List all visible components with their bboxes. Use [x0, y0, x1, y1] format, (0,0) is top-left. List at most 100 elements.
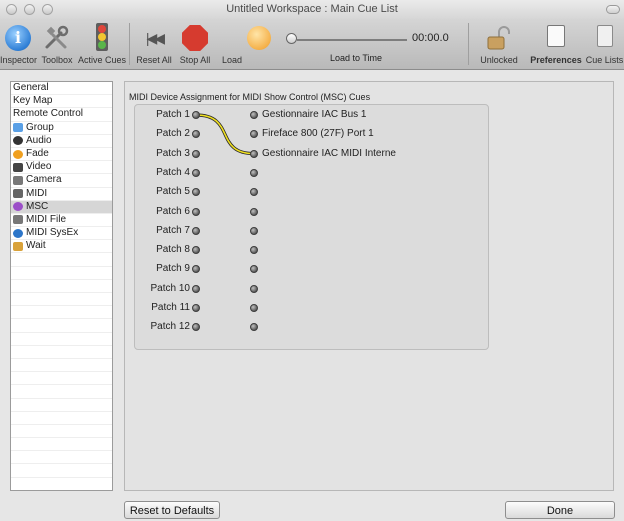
cue-list-icon — [596, 25, 613, 47]
device-input-port[interactable] — [250, 130, 258, 139]
patch-row: Patch 9 — [135, 261, 490, 279]
stop-all-label: Stop All — [179, 55, 211, 65]
load-button[interactable]: Load — [222, 21, 274, 67]
sidebar-item-remote-control[interactable]: Remote Control — [11, 108, 112, 122]
reset-all-button[interactable]: |◀◀ Reset All — [133, 21, 175, 67]
sidebar-item-label: Audio — [26, 134, 52, 146]
device-input-port[interactable] — [250, 284, 258, 293]
patch-output-port[interactable] — [192, 304, 200, 312]
device-input-port[interactable] — [250, 188, 258, 197]
device-input-port[interactable] — [250, 111, 258, 119]
inspector-button[interactable]: i Inspector — [0, 21, 37, 67]
device-input-port[interactable] — [250, 323, 258, 332]
sidebar-item-general[interactable]: General — [11, 82, 112, 96]
cue-lists-button[interactable]: Cue Lists — [585, 21, 624, 67]
video-icon — [13, 162, 23, 172]
sidebar-item-midi-file[interactable]: MIDI File — [11, 213, 112, 228]
device-input-port[interactable] — [250, 149, 258, 158]
sidebar-item-label: General — [13, 82, 49, 93]
sidebar-empty-row — [11, 280, 112, 293]
sidebar-item-label: MIDI — [26, 187, 48, 199]
patch-label: Patch 5 — [156, 186, 190, 198]
sidebar-item-label: Wait — [26, 240, 46, 252]
minimize-window-button[interactable] — [24, 4, 35, 15]
toolbox-label: Toolbox — [41, 55, 73, 65]
patch-row: Patch 3 Gestionnaire IAC MIDI Interne — [135, 146, 490, 164]
sidebar-item-group[interactable]: Group — [11, 122, 112, 135]
patch-row: Patch 7 — [135, 223, 490, 241]
patch-output-port[interactable] — [192, 188, 200, 197]
load-icon — [247, 26, 271, 50]
patch-output-port[interactable] — [192, 149, 200, 158]
device-input-port[interactable] — [250, 207, 258, 216]
device-input-port[interactable] — [250, 226, 258, 235]
sidebar-item-midi[interactable]: MIDI — [11, 188, 112, 201]
sidebar-empty-row — [11, 333, 112, 346]
sidebar-item-wait[interactable]: Wait — [11, 240, 112, 254]
device-input-port[interactable] — [250, 304, 258, 312]
sidebar-empty-row — [11, 293, 112, 307]
sidebar-item-key-map[interactable]: Key Map — [11, 95, 112, 109]
sidebar-item-fade[interactable]: Fade — [11, 147, 112, 162]
patch-output-port[interactable] — [192, 207, 200, 216]
done-button[interactable]: Done — [505, 501, 615, 519]
sidebar-item-msc[interactable]: MSC — [11, 200, 112, 214]
reset-to-defaults-button[interactable]: Reset to Defaults — [124, 501, 220, 519]
title-bar: Untitled Workspace : Main Cue List — [0, 0, 624, 19]
sidebar-item-label: Video — [26, 161, 52, 173]
patch-output-port[interactable] — [192, 265, 200, 274]
device-input-port[interactable] — [250, 265, 258, 274]
patch-output-port[interactable] — [192, 226, 200, 235]
unlocked-label: Unlocked — [480, 55, 518, 65]
sidebar-item-label: MIDI File — [26, 213, 66, 225]
sidebar-empty-row — [11, 478, 112, 490]
sidebar-item-camera[interactable]: Camera — [11, 174, 112, 188]
msc-settings-pane: MIDI Device Assignment for MIDI Show Con… — [124, 81, 614, 491]
patch-output-port[interactable] — [192, 284, 200, 293]
patch-label: Patch 4 — [156, 166, 190, 178]
device-input-port[interactable] — [250, 246, 258, 255]
toolbar-separator — [129, 23, 130, 65]
patch-output-port[interactable] — [192, 323, 200, 332]
hourglass-icon — [13, 241, 23, 251]
cue-lists-label: Cue Lists — [585, 55, 624, 65]
patch-output-port[interactable] — [192, 111, 200, 119]
active-cues-button[interactable]: Active Cues — [78, 21, 126, 67]
preferences-icon — [547, 25, 565, 47]
sidebar-empty-row — [11, 319, 112, 333]
sidebar-item-label: Remote Control — [13, 108, 84, 120]
load-to-time-label: Load to Time — [330, 53, 383, 63]
sidebar-item-label: Fade — [26, 147, 49, 159]
sidebar-item-audio[interactable]: Audio — [11, 135, 112, 148]
patch-row: Patch 4 — [135, 165, 490, 183]
skip-back-icon: |◀◀ — [145, 30, 165, 46]
patch-label: Patch 6 — [156, 205, 190, 217]
close-window-button[interactable] — [6, 4, 17, 15]
sidebar-empty-row — [11, 464, 112, 478]
patch-label: Patch 3 — [156, 147, 190, 159]
patch-label: Patch 9 — [156, 263, 190, 275]
device-input-port[interactable] — [250, 168, 258, 177]
toolbar-toggle-button[interactable] — [606, 5, 620, 14]
zoom-window-button[interactable] — [42, 4, 53, 15]
patch-output-port[interactable] — [192, 168, 200, 177]
sidebar-item-video[interactable]: Video — [11, 161, 112, 175]
load-time-slider-knob[interactable] — [286, 33, 297, 44]
preferences-button[interactable]: Preferences — [528, 21, 584, 67]
toolbar-separator — [468, 23, 469, 65]
stop-all-button[interactable]: Stop All — [175, 21, 215, 67]
tools-icon — [45, 25, 69, 49]
toolbox-button[interactable]: Toolbox — [37, 21, 77, 67]
toolbar: i Inspector Toolbox Active Cues |◀◀ Rese… — [0, 19, 624, 70]
sidebar-item-midi-sysex[interactable]: MIDI SysEx — [11, 227, 112, 241]
patch-output-port[interactable] — [192, 130, 200, 139]
preferences-sidebar: General Key Map Remote Control Group Audio Fa… — [10, 81, 113, 491]
sidebar-empty-row — [11, 399, 112, 412]
patch-row: Patch 11 — [135, 300, 490, 318]
unlocked-button[interactable]: Unlocked — [478, 21, 520, 67]
load-time-slider[interactable] — [297, 39, 407, 41]
sidebar-empty-row — [11, 346, 112, 359]
sidebar-empty-row — [11, 267, 112, 280]
patch-row: Patch 5 — [135, 184, 490, 202]
patch-output-port[interactable] — [192, 246, 200, 255]
